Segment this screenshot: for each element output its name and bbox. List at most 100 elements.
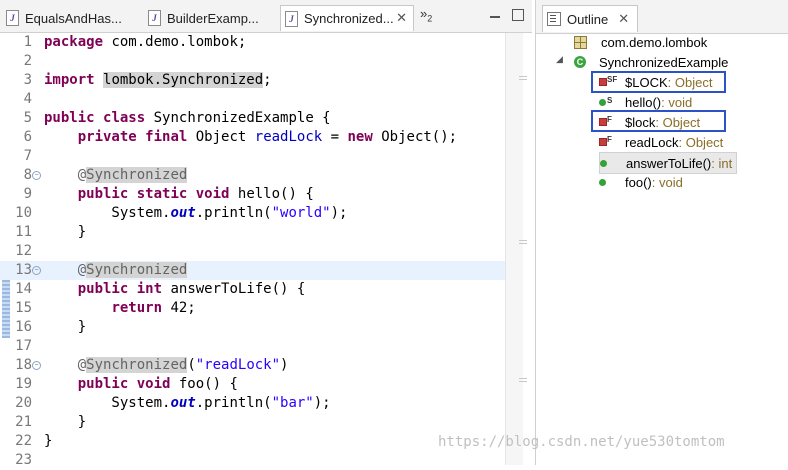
minimize-icon[interactable] <box>490 16 500 18</box>
member-name: foo() <box>625 174 652 190</box>
editor-tab-bar: J EqualsAndHas... J BuilderExamp... J Sy… <box>0 0 532 33</box>
tab-builderexample[interactable]: J BuilderExamp... <box>144 5 280 31</box>
code-line[interactable]: 21 } <box>0 413 505 432</box>
code-text: @Synchronized <box>77 167 188 183</box>
outline-member[interactable]: Shello() : void <box>599 92 692 112</box>
watermark: https://blog.csdn.net/yue530tomtom <box>438 434 725 450</box>
member-type: : Object <box>678 134 724 150</box>
line-number: 23 <box>15 452 32 468</box>
code-text: package com.demo.lombok; <box>44 34 247 50</box>
code-line[interactable]: 16 } <box>0 318 505 337</box>
tab-synchronizedexample[interactable]: J Synchronized... ✕ <box>280 5 414 31</box>
tab-label: BuilderExamp... <box>167 10 259 26</box>
overview-ruler-mark[interactable] <box>519 240 527 244</box>
expand-arrow-icon[interactable]: ◢ <box>556 54 563 65</box>
line-number: 18 <box>15 357 32 373</box>
outline-member[interactable]: FreadLock : Object <box>599 132 723 152</box>
public-method-icon: S <box>599 95 617 106</box>
code-line[interactable]: 19 public void foo() { <box>0 375 505 394</box>
line-number: 6 <box>23 129 32 145</box>
outline-member[interactable]: answerToLife() : int <box>599 152 738 174</box>
callout-box <box>591 71 726 93</box>
callout-box <box>591 110 726 132</box>
maximize-icon[interactable] <box>512 9 524 21</box>
outline-package[interactable]: com.demo.lombok <box>574 32 707 52</box>
overflow-count: 2 <box>427 13 433 24</box>
tab-overflow-button[interactable]: »2 <box>420 6 432 24</box>
code-line[interactable]: 2 <box>0 52 505 71</box>
tab-outline[interactable]: Outline ✕ <box>542 5 639 32</box>
outline-header: Outline ✕ <box>536 0 788 34</box>
member-type: : void <box>661 94 693 110</box>
code-line[interactable]: 17 <box>0 337 505 356</box>
code-text: public static void hello() { <box>77 186 314 202</box>
code-line[interactable]: 10 System.out.println("world"); <box>0 204 505 223</box>
modifier-overlay: S <box>607 95 613 105</box>
line-number: 7 <box>23 148 32 164</box>
package-label: com.demo.lombok <box>601 34 708 50</box>
member-type: : void <box>651 174 683 190</box>
outline-class[interactable]: C SynchronizedExample <box>574 52 728 72</box>
outline-member[interactable]: foo() : void <box>599 172 683 192</box>
public-method-icon <box>599 178 617 186</box>
fold-toggle-icon[interactable]: − <box>32 361 41 370</box>
code-line[interactable]: 5 public class SynchronizedExample { <box>0 109 505 128</box>
modifier-overlay: F <box>607 135 612 144</box>
line-number: 22 <box>15 433 32 449</box>
code-text: } <box>44 414 87 430</box>
overview-ruler-mark[interactable] <box>519 76 527 80</box>
line-number: 20 <box>15 395 32 411</box>
line-number: 1 <box>23 34 32 50</box>
package-icon <box>574 35 587 49</box>
code-line[interactable]: 6 private final Object readLock = new Ob… <box>0 128 505 147</box>
code-text: public class SynchronizedExample { <box>44 110 331 126</box>
code-text: @Synchronized <box>77 262 188 278</box>
close-icon[interactable]: ✕ <box>618 11 629 27</box>
line-number: 16 <box>15 319 32 335</box>
line-number: 14 <box>15 281 32 297</box>
code-line[interactable]: 22} <box>0 432 505 451</box>
class-icon: C <box>574 56 586 68</box>
code-line[interactable]: 1 package com.demo.lombok; <box>0 33 505 52</box>
code-text: } <box>44 433 53 449</box>
overview-ruler-mark[interactable] <box>519 378 527 382</box>
member-name: readLock <box>625 134 679 150</box>
public-method-icon <box>600 159 618 167</box>
line-number: 12 <box>15 243 32 259</box>
code-text: return 42; <box>111 300 196 316</box>
code-line[interactable]: 9 public static void hello() { <box>0 185 505 204</box>
member-name: answerToLife() <box>626 155 712 171</box>
fold-toggle-icon[interactable]: − <box>32 266 41 275</box>
member-name: hello() <box>625 94 662 110</box>
code-line[interactable]: 18− @Synchronized("readLock") <box>0 356 505 375</box>
line-number: 19 <box>15 376 32 392</box>
code-area[interactable]: 1 package com.demo.lombok; 2 3 import lombok… <box>0 33 505 470</box>
code-line[interactable]: 7 <box>0 147 505 166</box>
code-line[interactable]: 14 public int answerToLife() { <box>0 280 505 299</box>
code-line[interactable]: 3 import lombok.Synchronized; <box>0 71 505 90</box>
code-text: public void foo() { <box>77 376 238 392</box>
code-line[interactable]: 13− @Synchronized <box>0 261 505 280</box>
code-text: public int answerToLife() { <box>77 281 306 297</box>
code-line[interactable]: 11 } <box>0 223 505 242</box>
line-number: 4 <box>23 91 32 107</box>
code-line[interactable]: 12 <box>0 242 505 261</box>
vertical-scrollbar[interactable] <box>505 33 523 465</box>
tab-equalsandhashcode[interactable]: J EqualsAndHas... <box>2 5 142 31</box>
code-editor[interactable]: J EqualsAndHas... J BuilderExamp... J Sy… <box>0 0 532 468</box>
code-line[interactable]: 23 <box>0 451 505 470</box>
line-number: 10 <box>15 205 32 221</box>
code-text: } <box>44 224 87 240</box>
code-line[interactable]: 4 <box>0 90 505 109</box>
code-line[interactable]: 8− @Synchronized <box>0 166 505 185</box>
code-text: System.out.println("world"); <box>44 205 348 221</box>
code-line[interactable]: 15 return 42; <box>0 299 505 318</box>
code-text: import lombok.Synchronized; <box>44 72 272 88</box>
member-type: : int <box>711 155 733 171</box>
line-number: 3 <box>23 72 32 88</box>
fold-toggle-icon[interactable]: − <box>32 171 41 180</box>
close-icon[interactable]: ✕ <box>396 10 407 26</box>
class-label: SynchronizedExample <box>599 54 729 70</box>
outline-title: Outline <box>567 11 609 27</box>
code-line[interactable]: 20 System.out.println("bar"); <box>0 394 505 413</box>
